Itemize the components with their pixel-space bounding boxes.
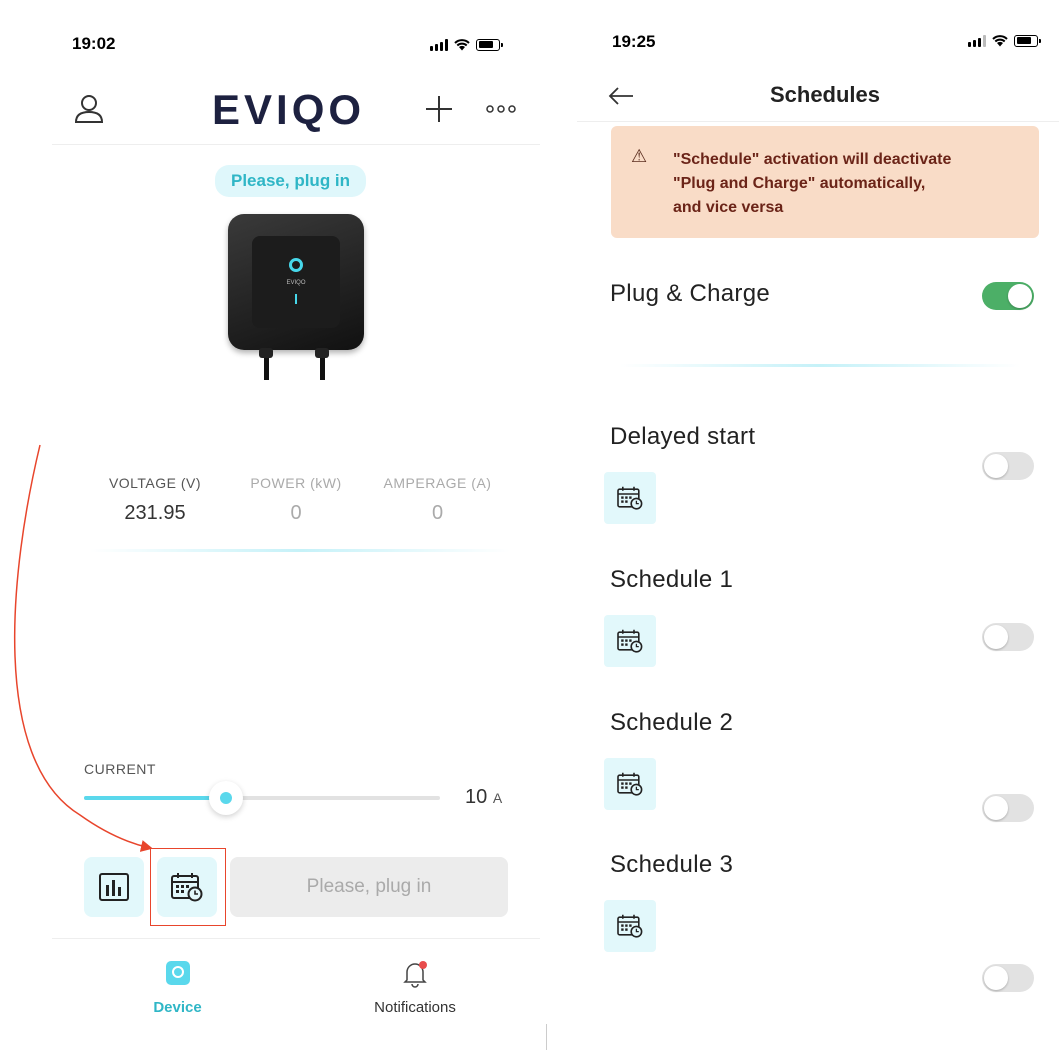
schedule-2-label: Schedule 2 <box>610 709 734 736</box>
schedule-1-calendar-button[interactable] <box>604 615 656 667</box>
charger-brand: EVIQO <box>286 280 306 286</box>
current-value: 10 <box>465 786 488 808</box>
annotation-highlight-box <box>150 848 226 926</box>
screen-separator <box>546 1024 547 1050</box>
amperage-value: 0 <box>431 502 444 524</box>
cable-gland-right <box>315 348 329 358</box>
warning-icon: ⚠ <box>631 146 648 166</box>
calendar-clock-icon <box>617 772 643 796</box>
plug-in-button[interactable]: Please, plug in <box>230 857 508 917</box>
back-arrow-icon[interactable] <box>608 86 634 106</box>
schedule-1-label: Schedule 1 <box>610 566 734 593</box>
plus-icon[interactable] <box>424 94 454 124</box>
nav-device[interactable]: Device <box>130 960 225 1016</box>
page-title: Schedules <box>769 82 881 107</box>
delayed-start-calendar-button[interactable] <box>604 472 656 524</box>
status-pill: Please, plug in <box>215 165 367 197</box>
signal-icon <box>430 38 448 51</box>
schedule-2-calendar-button[interactable] <box>604 758 656 810</box>
warning-banner: ⚠ "Schedule" activation will deactivate … <box>611 126 1039 238</box>
profile-icon[interactable] <box>74 94 104 124</box>
status-icons <box>430 38 503 51</box>
power-label: POWER (kW) <box>250 475 342 491</box>
charger-led <box>295 294 297 304</box>
nav-notifications[interactable]: Notifications <box>360 960 470 1016</box>
calendar-clock-icon <box>617 629 643 653</box>
battery-icon <box>1014 34 1041 47</box>
schedule-3-label: Schedule 3 <box>610 851 734 878</box>
delayed-start-label: Delayed start <box>610 423 756 450</box>
delayed-start-toggle[interactable] <box>982 452 1034 480</box>
plug-and-charge-label: Plug & Charge <box>610 280 770 307</box>
section-divider <box>620 364 1020 367</box>
app-logo: EVIQO <box>212 86 366 133</box>
cable-gland-left <box>259 348 273 358</box>
calendar-clock-icon <box>617 914 643 938</box>
nav-notifications-label: Notifications <box>374 999 456 1016</box>
current-unit: A <box>492 790 503 806</box>
warning-line-2: "Plug and Charge" automatically, <box>673 175 926 192</box>
schedule-3-toggle[interactable] <box>982 964 1034 992</box>
status-icons-right <box>968 34 1041 47</box>
schedule-2-toggle[interactable] <box>982 794 1034 822</box>
nav-device-label: Device <box>153 999 202 1016</box>
warning-line-1: "Schedule" activation will deactivate <box>673 151 952 168</box>
schedule-3-calendar-button[interactable] <box>604 900 656 952</box>
plug-and-charge-toggle[interactable] <box>982 282 1034 310</box>
warning-line-3: and vice versa <box>673 199 784 216</box>
header-divider <box>52 144 540 145</box>
right-screen: 19:25 Schedules ⚠ "Schedule" activation … <box>0 0 1059 992</box>
wifi-icon <box>454 39 470 51</box>
title-divider <box>577 121 1059 122</box>
charger-image: EVIQO <box>228 214 364 350</box>
wifi-icon <box>992 35 1008 47</box>
nav-divider <box>52 938 540 939</box>
bell-icon <box>403 961 427 988</box>
signal-icon <box>968 34 986 47</box>
more-icon[interactable] <box>486 104 516 114</box>
calendar-clock-icon <box>617 486 643 510</box>
device-icon <box>165 961 190 985</box>
charger-logo-icon <box>289 258 303 272</box>
status-time-right: 19:25 <box>612 32 656 51</box>
power-value: 0 <box>290 502 302 524</box>
schedule-1-toggle[interactable] <box>982 623 1034 651</box>
battery-icon <box>476 38 503 51</box>
status-time: 19:02 <box>72 34 116 53</box>
amperage-label: AMPERAGE (A) <box>383 475 492 491</box>
current-value-display: 10 A <box>465 786 502 809</box>
